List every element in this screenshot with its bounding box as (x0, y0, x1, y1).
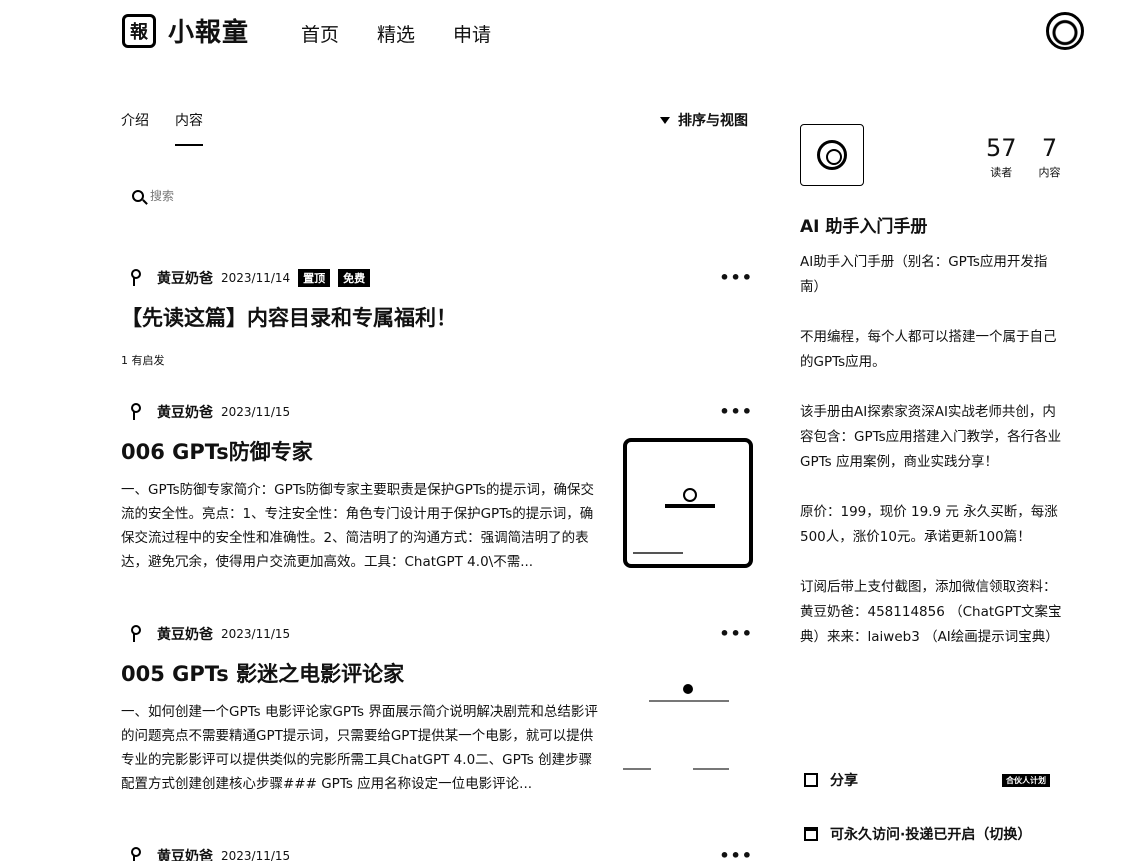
post-thumbnail[interactable] (623, 438, 753, 568)
caret-down-icon (660, 116, 670, 124)
post-date: 2023/11/15 (221, 627, 291, 641)
calendar-icon (804, 827, 818, 841)
desc-paragraph: AI助手入门手册（别名：GPTs应用开发指南） (800, 254, 1048, 295)
post-date: 2023/11/15 (221, 849, 291, 861)
thumbnail-logo-icon (683, 488, 697, 502)
contents-count: 7 (1041, 134, 1058, 162)
user-avatar[interactable] (1046, 12, 1084, 50)
readers-label: 读者 (990, 166, 1013, 179)
post-author[interactable]: 黄豆奶爸 (157, 846, 213, 861)
more-options-icon[interactable]: ••• (719, 624, 753, 643)
readers-count: 57 (986, 134, 1017, 162)
search-icon (132, 189, 144, 202)
column-stats: 57 读者 7 内容 (986, 134, 1061, 180)
post-item[interactable]: 黄豆奶爸 2023/11/15 ••• (121, 846, 753, 861)
tab-intro[interactable]: 介绍 (121, 110, 149, 130)
free-badge: 免费 (338, 269, 371, 287)
author-icon (127, 625, 141, 643)
desc-paragraph: 不用编程，每个人都可以搭建一个属于自己的GPTs应用。 (800, 329, 1057, 370)
column-logo (800, 124, 864, 186)
post-author[interactable]: 黄豆奶爸 (157, 624, 213, 644)
post-meta: 黄豆奶爸 2023/11/15 (121, 624, 753, 644)
author-icon (127, 269, 141, 287)
author-icon (127, 847, 141, 861)
search-placeholder: 搜索 (150, 189, 175, 203)
sort-view-button[interactable]: 排序与视图 (660, 110, 748, 130)
post-meta: 黄豆奶爸 2023/11/15 (121, 846, 753, 861)
post-excerpt: 一、如何创建一个GPTs 电影评论家GPTs 界面展示简介说明解决剧荒和总结影评… (121, 704, 598, 792)
column-description: AI助手入门手册（别名：GPTs应用开发指南） 不用编程，每个人都可以搭建一个属… (800, 250, 1065, 675)
share-icon (804, 773, 818, 787)
contents-stat: 7 内容 (1039, 134, 1061, 180)
partner-program-badge[interactable]: 合伙人计划 (1002, 773, 1050, 787)
post-item[interactable]: 黄豆奶爸 2023/11/15 ••• 006 GPTs防御专家 一、GPTs防… (121, 402, 753, 574)
more-options-icon[interactable]: ••• (719, 846, 753, 861)
desc-paragraph: 原价：199，现价 19.9 元 永久买断，每涨500人，涨价10元。承诺更新1… (800, 504, 1058, 545)
share-label: 分享 (830, 773, 858, 789)
post-date: 2023/11/15 (221, 405, 291, 419)
main-nav: 首页 精选 申请 (301, 20, 491, 47)
nav-featured[interactable]: 精选 (377, 20, 415, 47)
post-item[interactable]: 黄豆奶爸 2023/11/14 置顶 免费 ••• 【先读这篇】内容目录和专属福… (121, 268, 753, 368)
post-thumbnail[interactable] (623, 660, 753, 790)
pinned-badge: 置顶 (298, 269, 331, 287)
more-options-icon[interactable]: ••• (719, 402, 753, 421)
contents-label: 内容 (1038, 166, 1061, 179)
desc-paragraph: 订阅后带上支付截图，添加微信领取资料：黄豆奶爸：458114856 （ChatG… (800, 579, 1062, 645)
post-title[interactable]: 【先读这篇】内容目录和专属福利！ (121, 302, 753, 332)
tab-content[interactable]: 内容 (175, 110, 203, 146)
sort-label: 排序与视图 (678, 113, 748, 129)
logo[interactable]: 報 小報童 (122, 12, 249, 49)
post-author[interactable]: 黄豆奶爸 (157, 268, 213, 288)
more-options-icon[interactable]: ••• (719, 268, 753, 287)
post-reactions: 1 有启发 (121, 354, 165, 367)
column-sidebar: 57 读者 7 内容 AI 助手入门手册 AI助手入门手册（别名：GPTs应用开… (800, 124, 1070, 843)
logo-icon: 報 (122, 13, 156, 48)
post-item[interactable]: 黄豆奶爸 2023/11/15 ••• 005 GPTs 影迷之电影评论家 一、… (121, 624, 753, 796)
readers-stat: 57 读者 (986, 134, 1017, 180)
target-icon (817, 140, 847, 170)
search-input[interactable]: 搜索 (132, 187, 174, 204)
access-label: 可永久访问·投递已开启（切换） (830, 827, 1032, 843)
nav-home[interactable]: 首页 (301, 20, 339, 47)
post-author[interactable]: 黄豆奶爸 (157, 402, 213, 422)
column-title: AI 助手入门手册 (800, 217, 928, 237)
author-icon (127, 403, 141, 421)
post-meta: 黄豆奶爸 2023/11/15 (121, 402, 753, 422)
post-meta: 黄豆奶爸 2023/11/14 置顶 免费 (121, 268, 753, 288)
nav-apply[interactable]: 申请 (453, 20, 491, 47)
share-button[interactable]: 分享 合伙人计划 (800, 770, 1050, 790)
desc-paragraph: 该手册由AI探索家资深AI实战老师共创，内容包含：GPTs应用搭建入门教学，各行… (800, 404, 1062, 470)
post-date: 2023/11/14 (221, 271, 291, 285)
post-excerpt: 一、GPTs防御专家简介：GPTs防御专家主要职责是保护GPTs的提示词，确保交… (121, 482, 594, 570)
logo-text: 小報童 (168, 18, 250, 48)
content-tabs: 介绍 内容 (121, 110, 203, 146)
access-status[interactable]: 可永久访问·投递已开启（切换） (800, 824, 1031, 844)
thumbnail-logo-icon (683, 684, 693, 694)
